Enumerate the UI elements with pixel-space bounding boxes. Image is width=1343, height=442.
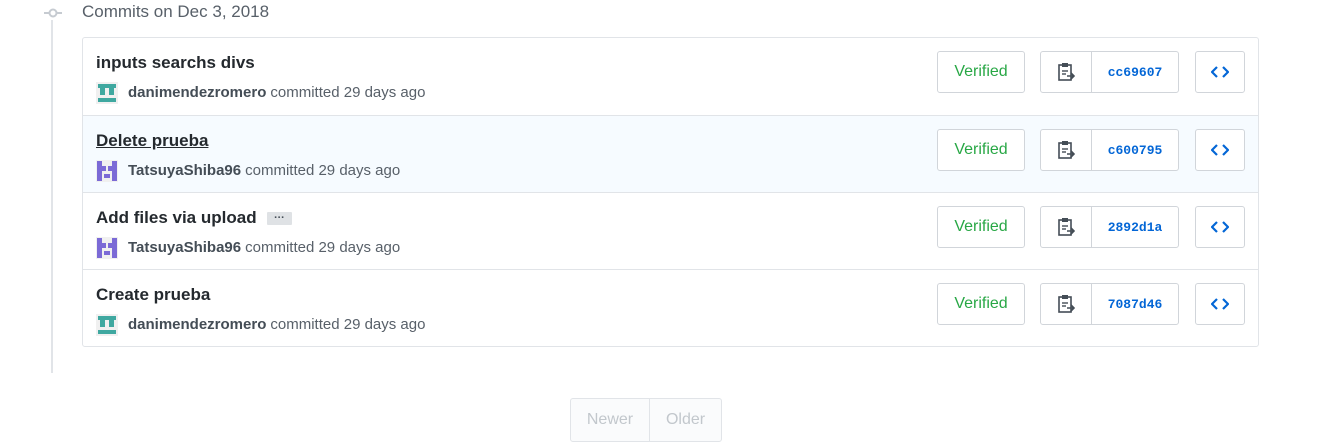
clipboard-icon (1058, 63, 1075, 81)
sha-button-group: 2892d1a (1040, 206, 1179, 248)
copy-sha-button[interactable] (1041, 207, 1092, 247)
commit-group-title: Commits on Dec 3, 2018 (82, 2, 270, 21)
verified-badge[interactable]: Verified (937, 129, 1025, 171)
clipboard-icon (1058, 141, 1075, 159)
commit-message-link[interactable]: inputs searchs divs (96, 53, 255, 73)
commit-title: Create prueba (96, 285, 210, 305)
commit-time: committed 29 days ago (270, 316, 426, 333)
commit-meta: danimendezromero committed 29 days ago (96, 314, 425, 336)
commit-message-link[interactable]: Create prueba (96, 285, 210, 305)
commit-message-link[interactable]: Add files via upload (96, 208, 257, 228)
commit-time: committed 29 days ago (245, 162, 401, 179)
commit-meta: danimendezromero committed 29 days ago (96, 82, 425, 104)
commit-title: Add files via upload … (96, 208, 292, 228)
verified-badge[interactable]: Verified (937, 51, 1025, 93)
commit-author-link[interactable]: TatsuyaShiba96 (128, 161, 241, 181)
copy-sha-button[interactable] (1041, 284, 1092, 324)
code-icon (1211, 66, 1229, 78)
clipboard-icon (1058, 218, 1075, 236)
commit-sha-link[interactable]: 2892d1a (1092, 207, 1178, 247)
commit-title: inputs searchs divs (96, 53, 255, 73)
copy-sha-button[interactable] (1041, 130, 1092, 170)
browse-repo-button[interactable] (1195, 51, 1245, 93)
verified-badge[interactable]: Verified (937, 283, 1025, 325)
commit-meta: TatsuyaShiba96 committed 29 days ago (96, 237, 400, 259)
commit-time: committed 29 days ago (245, 239, 401, 256)
code-icon (1211, 221, 1229, 233)
commit-sha-link[interactable]: c600795 (1092, 130, 1178, 170)
commit-row: Create prueba danimendezromero committed… (83, 269, 1258, 346)
browse-repo-button[interactable] (1195, 206, 1245, 248)
commit-sha-link[interactable]: cc69607 (1092, 52, 1178, 92)
clipboard-icon (1058, 295, 1075, 313)
commit-row: Add files via upload … TatsuyaShiba96 co… (83, 192, 1258, 269)
avatar-teal-icon[interactable] (96, 314, 118, 336)
code-icon (1211, 298, 1229, 310)
sha-button-group: c600795 (1040, 129, 1179, 171)
browse-repo-button[interactable] (1195, 283, 1245, 325)
commit-title: Delete prueba (96, 131, 208, 151)
commit-meta: TatsuyaShiba96 committed 29 days ago (96, 160, 400, 182)
expand-message-button[interactable]: … (266, 209, 292, 225)
copy-sha-button[interactable] (1041, 52, 1092, 92)
commit-node-icon (44, 6, 62, 20)
commit-author-link[interactable]: danimendezromero (128, 83, 266, 103)
commit-list: inputs searchs divs danimendezromero com… (82, 37, 1259, 347)
older-button[interactable]: Older (650, 399, 721, 441)
commit-sha-link[interactable]: 7087d46 (1092, 284, 1178, 324)
commit-row: Delete prueba TatsuyaShiba96 committed 2… (83, 115, 1258, 192)
newer-button[interactable]: Newer (571, 399, 650, 441)
commit-message-link[interactable]: Delete prueba (96, 131, 208, 151)
sha-button-group: 7087d46 (1040, 283, 1179, 325)
pagination: Newer Older (570, 398, 722, 442)
commit-row: inputs searchs divs danimendezromero com… (83, 38, 1258, 115)
verified-badge[interactable]: Verified (937, 206, 1025, 248)
sha-button-group: cc69607 (1040, 51, 1179, 93)
commit-author-link[interactable]: TatsuyaShiba96 (128, 238, 241, 258)
commit-time: committed 29 days ago (270, 84, 426, 101)
code-icon (1211, 144, 1229, 156)
commit-author-link[interactable]: danimendezromero (128, 315, 266, 335)
avatar-teal-icon[interactable] (96, 82, 118, 104)
avatar-purple-icon[interactable] (96, 237, 118, 259)
avatar-purple-icon[interactable] (96, 160, 118, 182)
timeline-line (51, 12, 53, 373)
browse-repo-button[interactable] (1195, 129, 1245, 171)
